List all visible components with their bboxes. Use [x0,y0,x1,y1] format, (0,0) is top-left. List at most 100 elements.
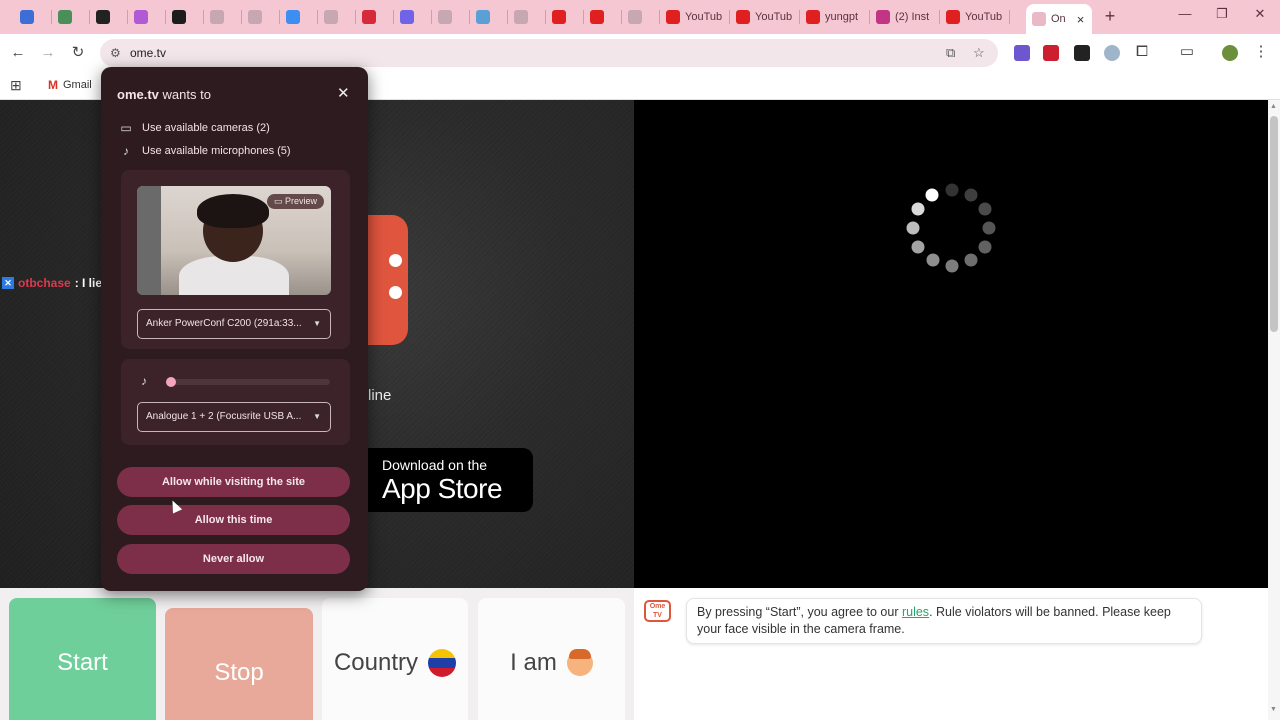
tab-favicon [946,10,960,24]
tab-favicon [134,10,148,24]
never-allow-button[interactable]: Never allow [117,544,350,574]
rules-notice: By pressing “Start”, you agree to our ru… [686,598,1202,644]
browser-tab[interactable] [432,4,470,30]
reading-list-icon[interactable]: ▭ [1177,42,1197,62]
rules-link[interactable]: rules [902,605,929,619]
apps-grid-icon[interactable]: ⊞ [10,77,22,94]
extension-icon[interactable] [1074,45,1090,61]
spinner-dot [906,221,920,235]
camera-select-value: Anker PowerConf C200 (291a:33... [146,318,302,329]
tab-label: On [1051,13,1066,25]
cameras-text: Use available cameras (2) [142,122,270,134]
tab-favicon [362,10,376,24]
appstore-line1: Download on the [382,457,488,473]
browser-tab[interactable]: YouTub [940,4,1010,30]
back-arrow-icon[interactable]: ← [8,43,28,63]
iam-label: I am [510,649,557,676]
microphone-card: ♪ Analogue 1 + 2 (Focusrite USB A... ▼ [121,359,350,445]
browser-tab[interactable] [242,4,280,30]
browser-tab[interactable] [14,4,52,30]
scroll-up-icon[interactable]: ▲ [1270,103,1277,110]
browser-tab[interactable] [90,4,128,30]
site-info-icon[interactable]: ⚙ [110,46,121,60]
browser-tab[interactable] [508,4,546,30]
stop-button[interactable]: Stop [165,608,313,720]
microphone-select[interactable]: Analogue 1 + 2 (Focusrite USB A... ▼ [137,402,331,432]
bookmark-gmail[interactable]: M Gmail [48,78,92,92]
browser-tab[interactable] [584,4,622,30]
spinner-dot [911,240,925,254]
ome-tv-favicon [1032,12,1046,26]
tab-label: YouTub [755,11,793,23]
browser-tab[interactable] [166,4,204,30]
country-button[interactable]: Country [322,598,468,720]
spinner-dot [982,221,996,235]
profile-avatar[interactable] [1222,45,1238,61]
tab-favicon [172,10,186,24]
browser-tab[interactable] [622,4,660,30]
chat-username: otbchase [18,276,71,290]
reload-icon[interactable]: ↻ [68,43,88,63]
dialog-title-suffix: wants to [162,87,211,102]
extension-icon[interactable] [1043,45,1059,61]
browser-tab[interactable] [318,4,356,30]
camera-preview: ▭ Preview [137,186,331,295]
browser-tab[interactable] [52,4,90,30]
gender-button[interactable]: I am [478,598,625,720]
tab-favicon [400,10,414,24]
address-bar[interactable]: ⚙ ome.tv ⧉ ☆ [100,39,998,67]
ome-tv-logo-icon: Ome TV [644,600,671,622]
browser-tab[interactable] [394,4,432,30]
page-scrollbar[interactable]: ▲ ▼ [1268,100,1280,720]
forward-arrow-icon[interactable]: → [38,43,58,63]
bookmark-star-icon[interactable]: ☆ [973,45,985,61]
app-store-button[interactable]: Download on the App Store [352,448,533,512]
browser-tab[interactable] [204,4,242,30]
spinner-dot [925,188,939,202]
browser-tab[interactable] [128,4,166,30]
chat-panel: Ome TV By pressing “Start”, you agree to… [634,588,1268,720]
permission-dialog: ome.tv wants to ✕ ▭ Use available camera… [101,67,368,591]
appstore-line2: App Store [382,473,503,504]
restore-button[interactable]: ❐ [1207,6,1237,22]
allow-this-time-button[interactable]: Allow this time [117,505,350,535]
dialog-site: ome.tv [117,87,159,102]
start-button[interactable]: Start [9,598,156,720]
boy-face-icon [566,649,593,676]
spinner-dot [964,253,978,267]
tab-favicon [324,10,338,24]
browser-tab[interactable]: yungpt [800,4,870,30]
browser-tab[interactable]: (2) Inst [870,4,940,30]
extension-icon[interactable] [1014,45,1030,61]
menu-dots-icon[interactable]: ⋮ [1251,42,1271,62]
tab-label: (2) Inst [895,11,930,23]
tab-favicon [58,10,72,24]
puzzle-extensions-icon[interactable]: ⧠ [1132,42,1152,62]
tab-close-icon[interactable]: × [1077,12,1085,27]
allow-while-visiting-button[interactable]: Allow while visiting the site [117,467,350,497]
minimize-button[interactable]: — [1170,6,1200,21]
logo-dot [389,286,402,299]
browser-tab[interactable]: YouTub [730,4,800,30]
browser-tab[interactable]: YouTub [660,4,730,30]
shield-extension-icon[interactable] [1104,45,1120,61]
scroll-down-icon[interactable]: ▼ [1270,706,1277,713]
browser-tab[interactable] [280,4,318,30]
tab-label: yungpt [825,11,859,23]
tab-favicon [628,10,642,24]
spinner-dot [945,183,959,197]
mic-level-meter [166,377,330,387]
window-close-button[interactable]: ✕ [1245,6,1275,22]
scrollbar-thumb[interactable] [1270,116,1278,332]
install-app-icon[interactable]: ⧉ [946,45,955,61]
camera-select[interactable]: Anker PowerConf C200 (291a:33... ▼ [137,309,331,339]
browser-tab[interactable] [356,4,394,30]
tab-ome-tv-active[interactable]: On × [1026,4,1092,34]
dialog-close-icon[interactable]: ✕ [337,84,350,102]
browser-tab[interactable] [546,4,584,30]
url-text[interactable]: ome.tv [130,46,166,60]
tab-favicon [286,10,300,24]
tab-favicon [552,10,566,24]
new-tab-button[interactable]: + [1100,6,1120,27]
browser-tab[interactable] [470,4,508,30]
